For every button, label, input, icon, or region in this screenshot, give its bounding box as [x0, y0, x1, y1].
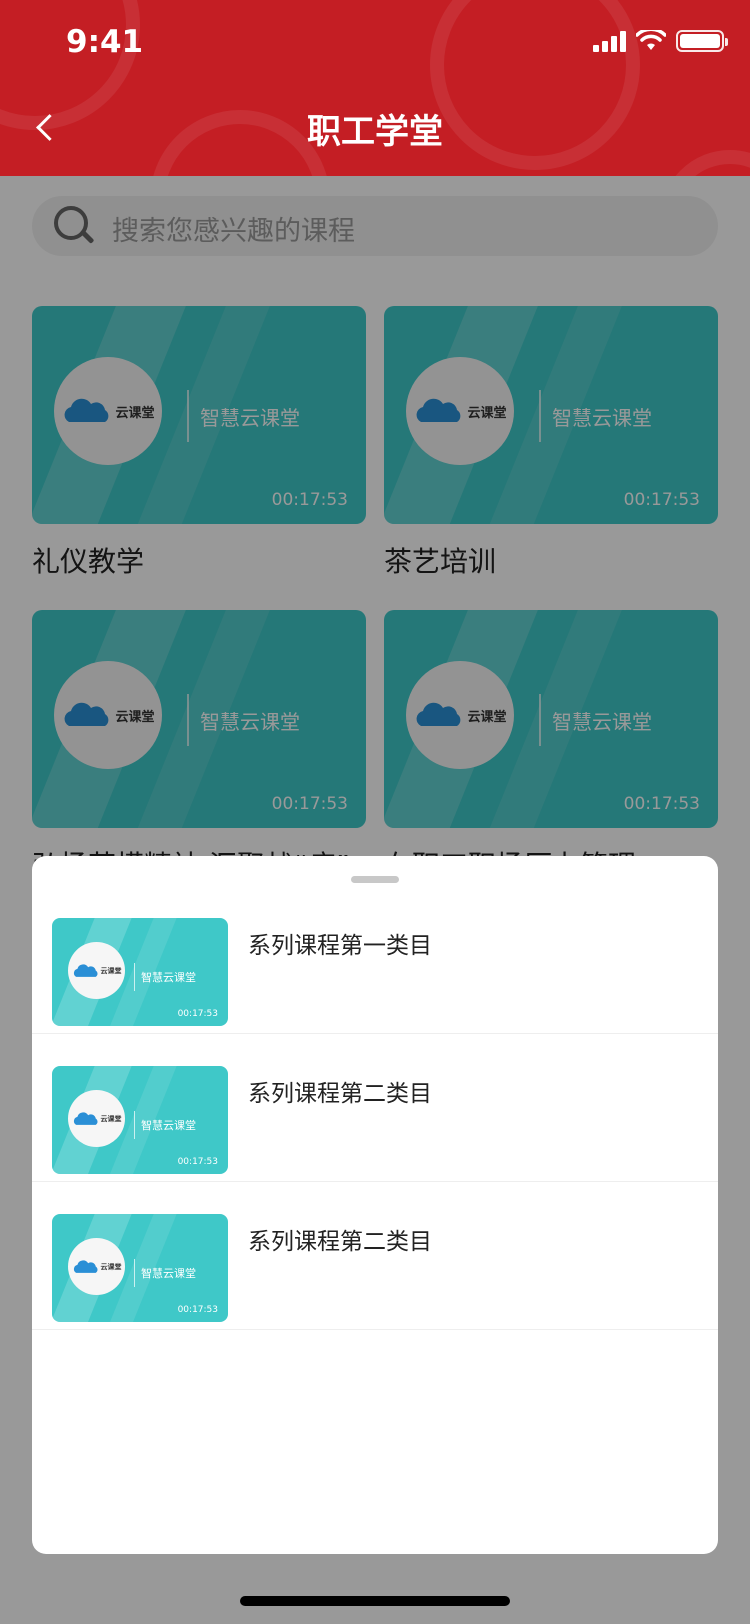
cloud-logo-icon: [73, 1259, 98, 1273]
logo-text: 云课堂: [100, 1262, 122, 1271]
series-list-item[interactable]: 云课堂 智慧云课堂 00:17:53 系列课程第二类目: [32, 1034, 718, 1182]
cloud-logo-icon: [73, 963, 98, 977]
video-duration: 00:17:53: [177, 1157, 218, 1167]
series-label: 系列课程第二类目: [248, 1229, 432, 1255]
series-label: 系列课程第二类目: [248, 1081, 432, 1107]
page-title: 职工学堂: [307, 112, 443, 152]
video-duration: 00:17:53: [177, 1305, 218, 1315]
logo-circle: 云课堂: [68, 1238, 125, 1295]
logo-circle: 云课堂: [68, 942, 125, 999]
brand-text: 智慧云课堂: [141, 1119, 196, 1132]
status-icons: [593, 30, 728, 52]
cloud-logo-icon: [73, 1111, 98, 1125]
series-thumbnail: 云课堂 智慧云课堂 00:17:53: [52, 918, 228, 1026]
series-thumbnail: 云课堂 智慧云课堂 00:17:53: [52, 1066, 228, 1174]
wifi-icon: [636, 30, 666, 50]
logo-circle: 云课堂: [68, 1090, 125, 1147]
header-decoration: [660, 150, 750, 176]
series-list-item[interactable]: 云课堂 智慧云课堂 00:17:53 系列课程第二类目: [32, 1182, 718, 1330]
series-list-item[interactable]: 云课堂 智慧云课堂 00:17:53 系列课程第一类目: [32, 886, 718, 1034]
home-indicator[interactable]: [240, 1596, 510, 1606]
brand-text: 智慧云课堂: [141, 971, 196, 984]
battery-icon: [676, 30, 728, 52]
sheet-drag-handle[interactable]: [351, 876, 399, 883]
app-header: 9:41 职工学堂: [0, 0, 750, 176]
course-series-sheet: 云课堂 智慧云课堂 00:17:53 系列课程第一类目 云课堂 智慧云课堂 00…: [32, 856, 718, 1554]
brand-text: 智慧云课堂: [141, 1267, 196, 1280]
video-duration: 00:17:53: [177, 1009, 218, 1019]
logo-text: 云课堂: [100, 1114, 122, 1123]
logo-text: 云课堂: [100, 966, 122, 975]
status-time: 9:41: [66, 24, 144, 60]
series-thumbnail: 云课堂 智慧云课堂 00:17:53: [52, 1214, 228, 1322]
signal-icon: [593, 30, 626, 52]
series-label: 系列课程第一类目: [248, 933, 432, 959]
